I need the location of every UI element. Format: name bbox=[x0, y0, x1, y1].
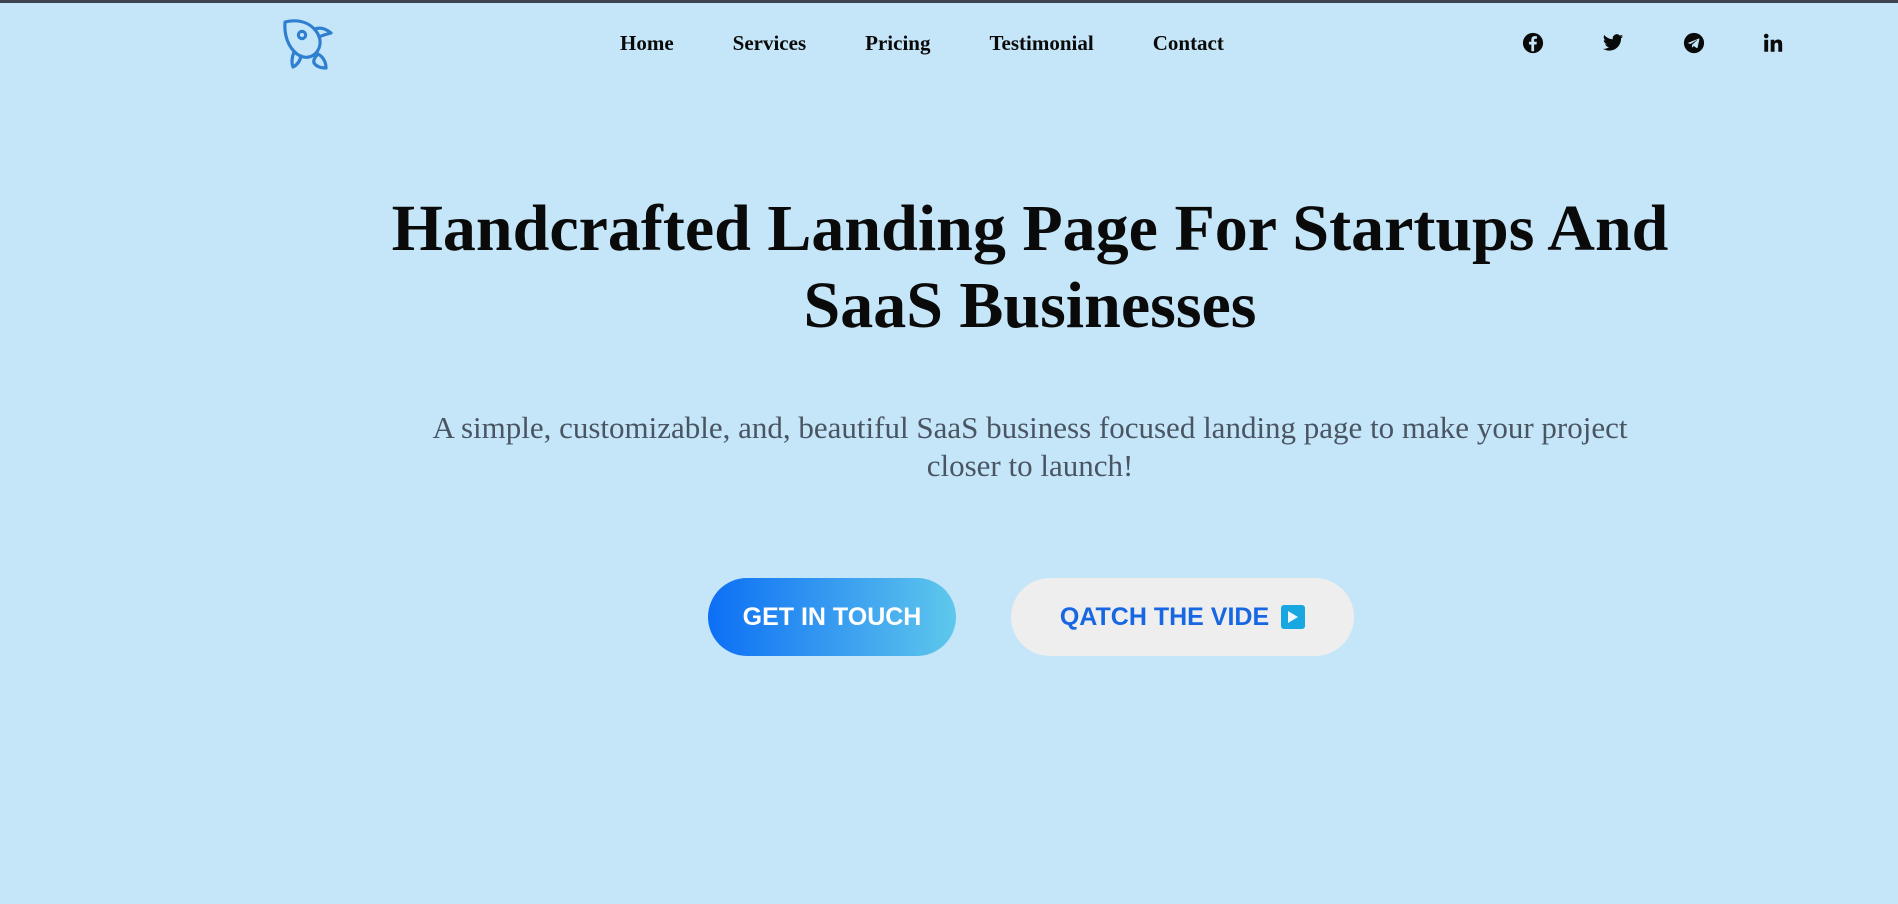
rocket-icon[interactable] bbox=[276, 11, 338, 73]
watch-video-label: QATCH THE VIDE bbox=[1059, 602, 1270, 631]
get-in-touch-button[interactable]: GET IN TOUCH bbox=[708, 578, 956, 656]
facebook-icon[interactable] bbox=[1520, 30, 1546, 56]
hero-title-line-2: SaaS Businesses bbox=[803, 269, 1257, 342]
nav-link-home[interactable]: Home bbox=[620, 31, 674, 56]
hero-subtitle: A simple, customizable, and, beautiful S… bbox=[330, 409, 1730, 485]
hero-subtitle-line-1: A simple, customizable, and, beautiful S… bbox=[432, 410, 1628, 445]
hero-title-line-1: Handcrafted Landing Page For Startups An… bbox=[391, 192, 1669, 265]
watch-video-button[interactable]: QATCH THE VIDE bbox=[1011, 578, 1354, 656]
twitter-icon[interactable] bbox=[1600, 30, 1626, 56]
nav-link-services[interactable]: Services bbox=[733, 31, 806, 56]
play-icon bbox=[1281, 605, 1306, 629]
nav-link-testimonial[interactable]: Testimonial bbox=[989, 31, 1093, 56]
telegram-icon[interactable] bbox=[1681, 30, 1707, 56]
nav-link-pricing[interactable]: Pricing bbox=[865, 31, 930, 56]
hero-subtitle-line-2: closer to launch! bbox=[926, 448, 1134, 483]
get-in-touch-label: GET IN TOUCH bbox=[742, 602, 922, 631]
hero-title: Handcrafted Landing Page For Startups An… bbox=[330, 190, 1730, 344]
linkedin-icon[interactable] bbox=[1760, 30, 1786, 56]
main-nav: Home Services Pricing Testimonial Contac… bbox=[620, 31, 1283, 56]
nav-link-contact[interactable]: Contact bbox=[1153, 31, 1224, 56]
navbar: Home Services Pricing Testimonial Contac… bbox=[0, 3, 1898, 87]
